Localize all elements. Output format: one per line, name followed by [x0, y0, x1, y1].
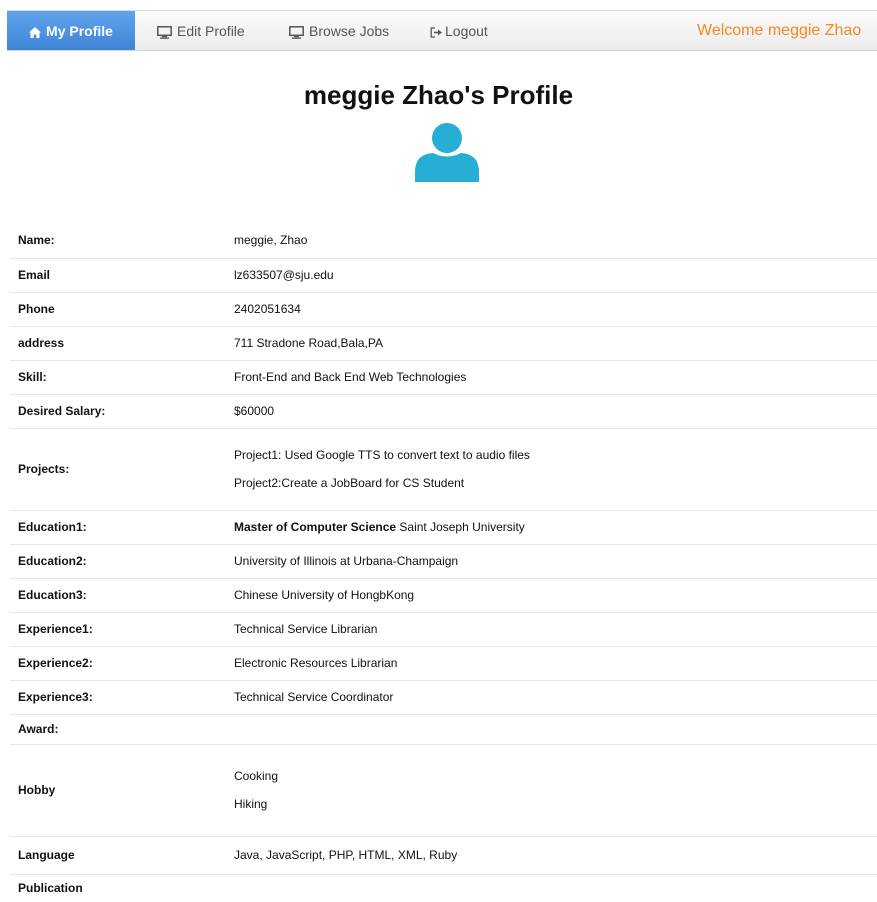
profile-row-experience3: Experience3: Technical Service Coordinat… — [10, 680, 877, 715]
language-value: Java, JavaScript, PHP, HTML, XML, Ruby — [226, 836, 877, 875]
nav-edit-profile[interactable]: Edit Profile — [157, 11, 245, 50]
education3-label: Education3: — [10, 578, 226, 613]
name-value: meggie, Zhao — [226, 223, 877, 259]
monitor-icon — [157, 25, 172, 39]
profile-row-publication: Publication — [10, 874, 877, 902]
profile-row-email: Email lz633507@sju.edu — [10, 258, 877, 293]
profile-row-award: Award: — [10, 714, 877, 745]
publication-value — [226, 874, 877, 902]
projects-values: Project1: Used Google TTS to convert tex… — [226, 428, 877, 511]
hobby-values: Cooking Hiking — [226, 744, 877, 837]
home-icon — [29, 26, 42, 38]
hobby-label: Hobby — [10, 744, 226, 837]
skill-value: Front-End and Back End Web Technologies — [226, 360, 877, 395]
name-label: Name: — [10, 223, 226, 259]
phone-value: 2402051634 — [226, 292, 877, 327]
education1-value: Master of Computer Science Saint Joseph … — [226, 510, 877, 545]
education1-school: Saint Joseph University — [399, 520, 525, 534]
nav-my-profile-label: My Profile — [46, 23, 113, 39]
profile-row-projects: Projects: Project1: Used Google TTS to c… — [10, 428, 877, 511]
projects-label: Projects: — [10, 428, 226, 511]
address-value: 711 Stradone Road,Bala,PA — [226, 326, 877, 361]
hobby-item: Cooking — [234, 769, 279, 783]
education3-value: Chinese University of HongbKong — [226, 578, 877, 613]
profile-row-experience1: Experience1: Technical Service Librarian — [10, 612, 877, 647]
profile-row-skill: Skill: Front-End and Back End Web Techno… — [10, 360, 877, 395]
project-item: Project2:Create a JobBoard for CS Studen… — [234, 476, 465, 490]
logout-icon — [430, 27, 442, 38]
skill-label: Skill: — [10, 360, 226, 395]
nav-edit-profile-label: Edit Profile — [177, 23, 245, 39]
nav-browse-jobs-label: Browse Jobs — [309, 23, 390, 39]
salary-label: Desired Salary: — [10, 394, 226, 429]
profile-row-education3: Education3: Chinese University of HongbK… — [10, 578, 877, 613]
nav-logout-label: Logout — [445, 23, 488, 39]
user-avatar-icon — [415, 123, 479, 182]
navbar: My Profile Edit Profile Browse Jobs Logo… — [7, 10, 877, 51]
nav-logout[interactable]: Logout — [430, 11, 488, 50]
project-item: Project1: Used Google TTS to convert tex… — [234, 448, 530, 462]
monitor-icon — [289, 25, 304, 39]
award-label: Award: — [10, 714, 226, 745]
email-label: Email — [10, 258, 226, 293]
education2-label: Education2: — [10, 544, 226, 579]
award-value — [226, 714, 877, 745]
profile-table: Name: meggie, Zhao Email lz633507@sju.ed… — [10, 223, 877, 902]
hobby-item: Hiking — [234, 797, 268, 811]
profile-row-language: Language Java, JavaScript, PHP, HTML, XM… — [10, 836, 877, 875]
experience3-value: Technical Service Coordinator — [226, 680, 877, 715]
profile-row-hobby: Hobby Cooking Hiking — [10, 744, 877, 837]
nav-browse-jobs[interactable]: Browse Jobs — [289, 11, 390, 50]
education1-degree: Master of Computer Science — [234, 520, 397, 534]
experience2-value: Electronic Resources Librarian — [226, 646, 877, 681]
profile-row-phone: Phone 2402051634 — [10, 292, 877, 327]
education1-label: Education1: — [10, 510, 226, 545]
publication-label: Publication — [18, 881, 83, 896]
welcome-message: Welcome meggie Zhao — [697, 22, 862, 39]
nav-my-profile[interactable]: My Profile — [7, 11, 135, 50]
profile-row-address: address 711 Stradone Road,Bala,PA — [10, 326, 877, 361]
email-value: lz633507@sju.edu — [226, 258, 877, 293]
experience3-label: Experience3: — [10, 680, 226, 715]
language-label: Language — [10, 836, 226, 875]
profile-row-salary: Desired Salary: $60000 — [10, 394, 877, 429]
education2-value: University of Illinois at Urbana-Champai… — [226, 544, 877, 579]
profile-row-education1: Education1: Master of Computer Science S… — [10, 510, 877, 545]
profile-row-education2: Education2: University of Illinois at Ur… — [10, 544, 877, 579]
page-title: meggie Zhao's Profile — [303, 80, 574, 110]
address-label: address — [10, 326, 226, 361]
profile-row-experience2: Experience2: Electronic Resources Librar… — [10, 646, 877, 681]
salary-value: $60000 — [226, 394, 877, 429]
profile-row-name: Name: meggie, Zhao — [10, 223, 877, 259]
phone-label: Phone — [10, 292, 226, 327]
experience1-label: Experience1: — [10, 612, 226, 647]
experience1-value: Technical Service Librarian — [226, 612, 877, 647]
experience2-label: Experience2: — [10, 646, 226, 681]
